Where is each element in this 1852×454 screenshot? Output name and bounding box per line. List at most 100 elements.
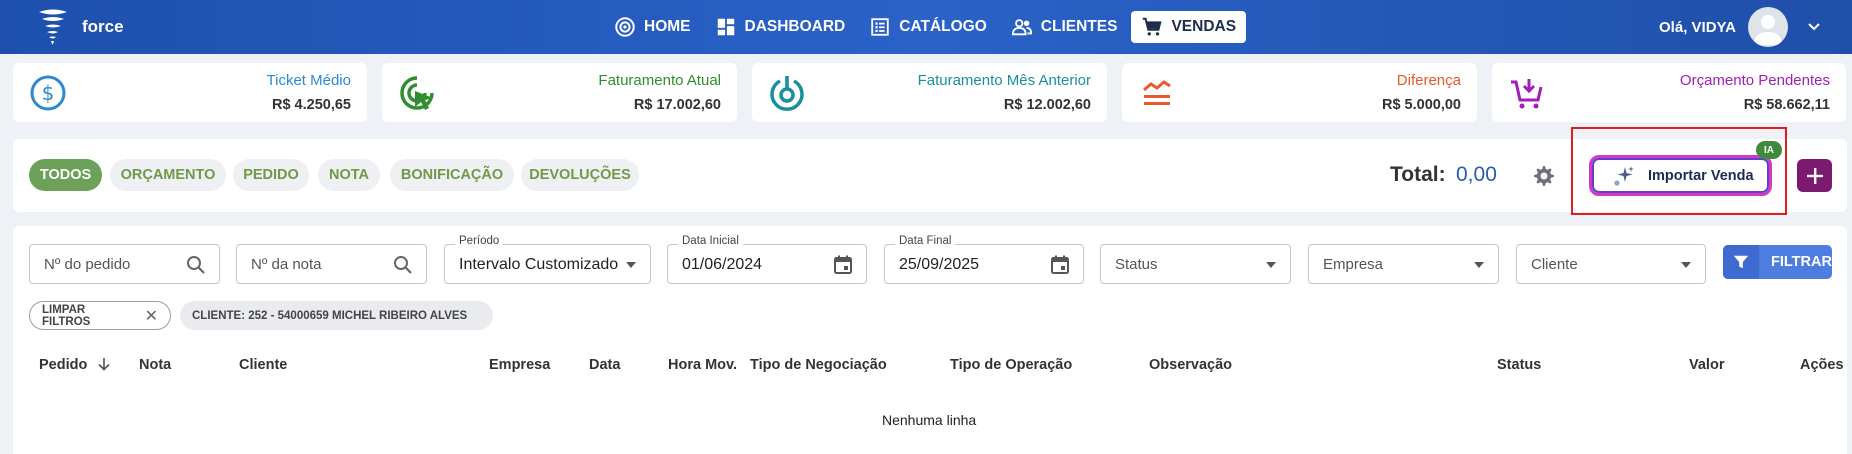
user-menu[interactable]: Olá, VIDYA: [1659, 7, 1822, 47]
nav-clientes[interactable]: CLIENTES: [1001, 11, 1128, 43]
kpi-value: R$ 12.002,60: [1003, 97, 1091, 113]
client-select[interactable]: Cliente: [1516, 244, 1706, 284]
main-nav: HOME DASHBOARD CATÁLOGO CLIENTES VENDAS: [604, 11, 1250, 43]
avatar[interactable]: [1748, 7, 1788, 47]
nav-dashboard-label: DASHBOARD: [744, 18, 846, 35]
column-header-observacao[interactable]: Observação: [1149, 357, 1232, 373]
end-date-label: Data Final: [895, 235, 956, 247]
nav-vendas-label: VENDAS: [1171, 18, 1237, 35]
clear-filters-chip[interactable]: LIMPAR FILTROS ✕: [29, 301, 171, 330]
arrow-down-icon[interactable]: [97, 357, 111, 371]
gear-icon[interactable]: [1532, 164, 1556, 188]
user-avatar-icon: [1754, 15, 1782, 45]
caret-down-icon: [1266, 262, 1276, 268]
search-icon[interactable]: [185, 254, 207, 276]
start-date-value: 01/06/2024: [682, 256, 763, 273]
tab-bonificacao[interactable]: BONIFICAÇÃO: [390, 159, 514, 191]
column-header-nota[interactable]: Nota: [139, 357, 171, 373]
caret-down-icon: [1474, 262, 1484, 268]
svg-text:$: $: [42, 81, 55, 105]
kpi-value: R$ 5.000,00: [1381, 97, 1461, 113]
kpi-card-faturamento-mes-anterior: Faturamento Mês Anterior R$ 12.002,60: [752, 63, 1107, 122]
ia-badge: IA: [1756, 141, 1782, 159]
kpi-title: Faturamento Mês Anterior: [917, 72, 1091, 89]
column-header-empresa[interactable]: Empresa: [489, 357, 550, 373]
target-icon: [615, 17, 635, 37]
calendar-icon[interactable]: [1049, 254, 1071, 276]
nav-home-label: HOME: [644, 18, 691, 35]
tab-orcamento[interactable]: ORÇAMENTO: [110, 159, 226, 191]
filter-button[interactable]: FILTRAR: [1723, 245, 1832, 279]
kpi-card-faturamento-atual: Faturamento Atual R$ 17.002,60: [382, 63, 737, 122]
import-sale-button[interactable]: Importar Venda: [1589, 155, 1772, 196]
grid-icon: [717, 18, 734, 36]
total-label: Total:: [1390, 163, 1446, 186]
add-sale-button[interactable]: [1797, 159, 1832, 192]
catalog-icon: [871, 18, 889, 36]
search-icon[interactable]: [392, 254, 414, 276]
order-number-placeholder: Nº do pedido: [44, 256, 131, 273]
client-filter-label: CLIENTE: 252 - 54000659 MICHEL RIBEIRO A…: [192, 309, 468, 322]
power-target-icon: [770, 76, 804, 111]
people-icon: [1011, 19, 1032, 36]
status-placeholder: Status: [1115, 256, 1158, 273]
nav-catalogo-label: CATÁLOGO: [899, 18, 987, 35]
period-value: Intervalo Customizado: [459, 256, 619, 273]
tornado-logo-icon: [39, 9, 67, 45]
column-header-status[interactable]: Status: [1497, 357, 1541, 373]
sparkle-ai-icon: [1614, 165, 1634, 186]
brand-name: force: [82, 17, 124, 36]
kpi-value: R$ 4.250,65: [271, 97, 351, 113]
nav-vendas[interactable]: VENDAS: [1131, 11, 1247, 43]
filter-button-label: FILTRAR: [1771, 254, 1832, 270]
kpi-value: R$ 17.002,60: [633, 97, 721, 113]
status-select[interactable]: Status: [1100, 244, 1291, 284]
trend-waves-icon: [1143, 80, 1171, 105]
column-header-tipo-operacao[interactable]: Tipo de Operação: [950, 357, 1072, 373]
tab-todos[interactable]: TODOS: [29, 159, 102, 191]
column-header-cliente[interactable]: Cliente: [239, 357, 287, 373]
nav-home[interactable]: HOME: [604, 11, 701, 43]
end-date-field[interactable]: Data Final 25/09/2025: [884, 235, 1084, 284]
column-header-data[interactable]: Data: [589, 357, 620, 373]
tab-devolucoes[interactable]: DEVOLUÇÕES: [521, 159, 639, 191]
plus-icon: [1806, 167, 1823, 184]
close-icon[interactable]: ✕: [145, 306, 158, 326]
brand-logo[interactable]: force: [36, 8, 124, 46]
funnel-icon: [1733, 255, 1749, 269]
kpi-title: Ticket Médio: [266, 72, 351, 89]
column-header-pedido[interactable]: Pedido: [39, 357, 111, 373]
company-select[interactable]: Empresa: [1308, 244, 1499, 284]
empty-table-message: Nenhuma linha: [882, 412, 977, 428]
column-header-valor[interactable]: Valor: [1689, 357, 1724, 373]
tab-nota[interactable]: NOTA: [318, 159, 380, 191]
cart-add-icon: [1511, 79, 1543, 109]
invoice-number-input[interactable]: Nº da nota: [236, 244, 427, 284]
kpi-card-ticket-medio: $ Ticket Médio R$ 4.250,65: [13, 63, 367, 122]
column-header-hora-mov[interactable]: Hora Mov.: [668, 357, 737, 373]
period-label: Período: [455, 235, 504, 247]
company-placeholder: Empresa: [1323, 256, 1384, 273]
column-header-tipo-negociacao[interactable]: Tipo de Negociação: [750, 357, 887, 373]
total-value: 0,00: [1456, 163, 1497, 186]
client-filter-chip[interactable]: CLIENTE: 252 - 54000659 MICHEL RIBEIRO A…: [180, 301, 493, 330]
click-target-icon: [400, 76, 434, 110]
kpi-title: Diferença: [1396, 72, 1461, 89]
tab-pedido[interactable]: PEDIDO: [233, 159, 309, 191]
invoice-number-placeholder: Nº da nota: [251, 256, 322, 273]
column-label: Pedido: [39, 357, 88, 373]
period-select[interactable]: Período Intervalo Customizado: [444, 235, 651, 284]
start-date-label: Data Inicial: [678, 235, 743, 247]
start-date-field[interactable]: Data Inicial 01/06/2024: [667, 235, 867, 284]
nav-catalogo[interactable]: CATÁLOGO: [859, 11, 997, 43]
column-header-acoes[interactable]: Ações: [1800, 357, 1846, 373]
nav-dashboard[interactable]: DASHBOARD: [705, 11, 856, 43]
user-greeting: Olá, VIDYA: [1659, 18, 1736, 36]
chevron-down-icon[interactable]: [1806, 19, 1822, 35]
kpi-value: R$ 58.662,11: [1743, 97, 1830, 113]
funnel-icon-box: [1723, 245, 1759, 279]
order-number-input[interactable]: Nº do pedido: [29, 244, 220, 284]
kpi-card-orcamento-pendentes: Orçamento Pendentes R$ 58.662,11: [1492, 63, 1846, 122]
caret-down-icon: [626, 262, 636, 268]
calendar-icon[interactable]: [832, 254, 854, 276]
